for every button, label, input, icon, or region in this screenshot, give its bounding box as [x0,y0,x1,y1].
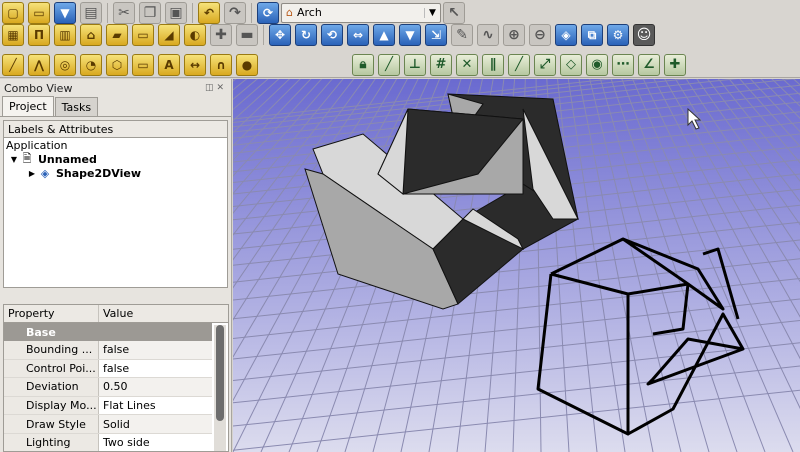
chevron-down-icon: ▼ [424,7,440,18]
circle-icon[interactable]: ◎ [54,53,76,76]
snap-grid-icon[interactable]: # [430,53,452,76]
array-icon[interactable]: ⚙ [607,23,629,46]
point-icon[interactable]: ● [236,53,258,76]
new-document-icon[interactable]: ▢ [2,1,24,24]
document-tree: Application ▼ 🗎︎ Unnamed ▶ ◈ Shape2DView [3,138,228,288]
column-header-property[interactable]: Property [4,305,99,322]
downgrade-icon[interactable]: ▼ [399,23,421,46]
refresh-icon[interactable]: ⟳ [257,1,279,24]
snap-lock-icon[interactable]: 🔒︎ [352,53,374,76]
snap-endpoint-icon[interactable]: ╱ [378,53,400,76]
print-icon[interactable]: ▤ [80,1,102,24]
add-point-icon[interactable]: ⊕ [503,23,525,46]
add-icon[interactable]: ✚ [210,23,232,46]
site-icon[interactable]: ▰ [106,23,128,46]
snap-angle-icon[interactable]: ∠ [638,53,660,76]
toolbar-area: ▢ ▭ ▼ ▤ ✂ ❐ ▣ ↶ ↷ ⟳ ⌂ Arch ▼ ↖ ▦ Π ▥ ⌂ ▰… [0,0,800,78]
scrollbar-thumb[interactable] [216,325,224,421]
open-document-icon[interactable]: ▭ [28,1,50,24]
undo-icon[interactable]: ↶ [198,1,220,24]
offset-icon[interactable]: ⟲ [321,23,343,46]
property-group-base[interactable]: Base [4,323,212,341]
save-document-icon[interactable]: ▼ [54,1,76,24]
upgrade-icon[interactable]: ▲ [373,23,395,46]
combo-view: Combo View ◫✕ Project Tasks Labels & Att… [0,79,232,452]
3d-viewport[interactable] [233,79,800,452]
del-point-icon[interactable]: ⊖ [529,23,551,46]
dock-controls-icon[interactable]: ◫✕ [205,83,227,93]
property-table: Property Value Base Bounding ... false C… [3,304,229,452]
snap-ortho-icon[interactable]: ⋯ [612,53,634,76]
wire-to-bspline-icon[interactable]: ∿ [477,23,499,46]
arch-workbench-icon: ⌂ [286,6,293,19]
remove-icon[interactable]: ▬ [236,23,258,46]
snap-perpendicular-icon[interactable]: ⊥ [404,53,426,76]
table-row[interactable]: Draw Style Solid [4,415,212,434]
labels-attributes-header[interactable]: Labels & Attributes [3,120,228,138]
structure-icon[interactable]: Π [28,23,50,46]
shape2dview-icon[interactable]: ◈ [555,23,577,46]
column-header-value[interactable]: Value [99,305,212,322]
combo-tabs: Project Tasks [0,96,231,117]
wire-icon[interactable]: ⋀ [28,53,50,76]
text-icon[interactable]: A [158,53,180,76]
line-icon[interactable]: ╱ [2,53,24,76]
snap-working-plane-icon[interactable]: ✚ [664,53,686,76]
table-row[interactable]: Control Poi... false [4,359,212,379]
table-row[interactable]: Bounding ... false [4,341,212,360]
workbench-selector-value: Arch [296,6,322,19]
redo-icon[interactable]: ↷ [224,1,246,24]
section-plane-icon[interactable]: ◢ [158,23,180,46]
tab-project[interactable]: Project [2,96,54,116]
snap-parallel-icon[interactable]: ∥ [482,53,504,76]
paste-icon[interactable]: ▣ [165,1,187,24]
snap-special-icon[interactable]: ◇ [560,53,582,76]
tab-tasks[interactable]: Tasks [54,97,99,116]
property-table-header: Property Value [4,305,228,323]
arc-icon[interactable]: ◔ [80,53,102,76]
scale-icon[interactable]: ⇲ [425,23,447,46]
tree-object-shape2dview[interactable]: ▶ ◈ Shape2DView [4,166,227,180]
table-row[interactable]: Display Mo... Flat Lines [4,396,212,416]
cut-icon[interactable]: ✂ [113,1,135,24]
floor-icon[interactable]: ▥ [54,23,76,46]
snap-midpoint-icon[interactable]: ╱ [508,53,530,76]
workbench-selector[interactable]: ⌂ Arch ▼ [281,2,441,23]
wall-icon[interactable]: ▦ [2,23,24,46]
3d-scene[interactable] [233,79,800,452]
dimension-icon[interactable]: ↔ [184,53,206,76]
table-row[interactable]: Deviation 0.50 [4,378,212,397]
edit-icon[interactable]: ✎ [451,23,473,46]
snap-intersection-icon[interactable]: ✕ [456,53,478,76]
shape2dview-icon: ◈ [40,166,50,180]
table-row[interactable]: Lighting Two side [4,433,212,451]
trimex-icon[interactable]: ⇔ [347,23,369,46]
clone-icon[interactable]: ☺ [633,23,655,46]
property-scrollbar[interactable] [214,325,226,451]
tree-document[interactable]: ▼ 🗎︎ Unnamed [4,152,227,166]
window-icon[interactable]: ▭ [132,23,154,46]
bspline-icon[interactable]: ∩ [210,53,232,76]
polygon-icon[interactable]: ⬡ [106,53,128,76]
document-icon: 🗎︎ [22,151,32,165]
chevron-down-icon[interactable]: ▼ [8,155,20,164]
snap-extension-icon[interactable]: ⤢ [534,53,556,76]
chevron-right-icon[interactable]: ▶ [26,169,38,178]
building-icon[interactable]: ⌂ [80,23,102,46]
snap-center-icon[interactable]: ◉ [586,53,608,76]
draft-to-sketch-icon[interactable]: ⧉ [581,23,603,46]
tree-root[interactable]: Application [4,138,227,152]
combo-view-title: Combo View ◫✕ [4,81,227,95]
rotate-icon[interactable]: ↻ [295,23,317,46]
copy-icon[interactable]: ❐ [139,1,161,24]
whats-this-icon[interactable]: ↖ [443,1,465,24]
rectangle-icon[interactable]: ▭ [132,53,154,76]
move-icon[interactable]: ✥ [269,23,291,46]
axis-icon[interactable]: ◐ [184,23,206,46]
